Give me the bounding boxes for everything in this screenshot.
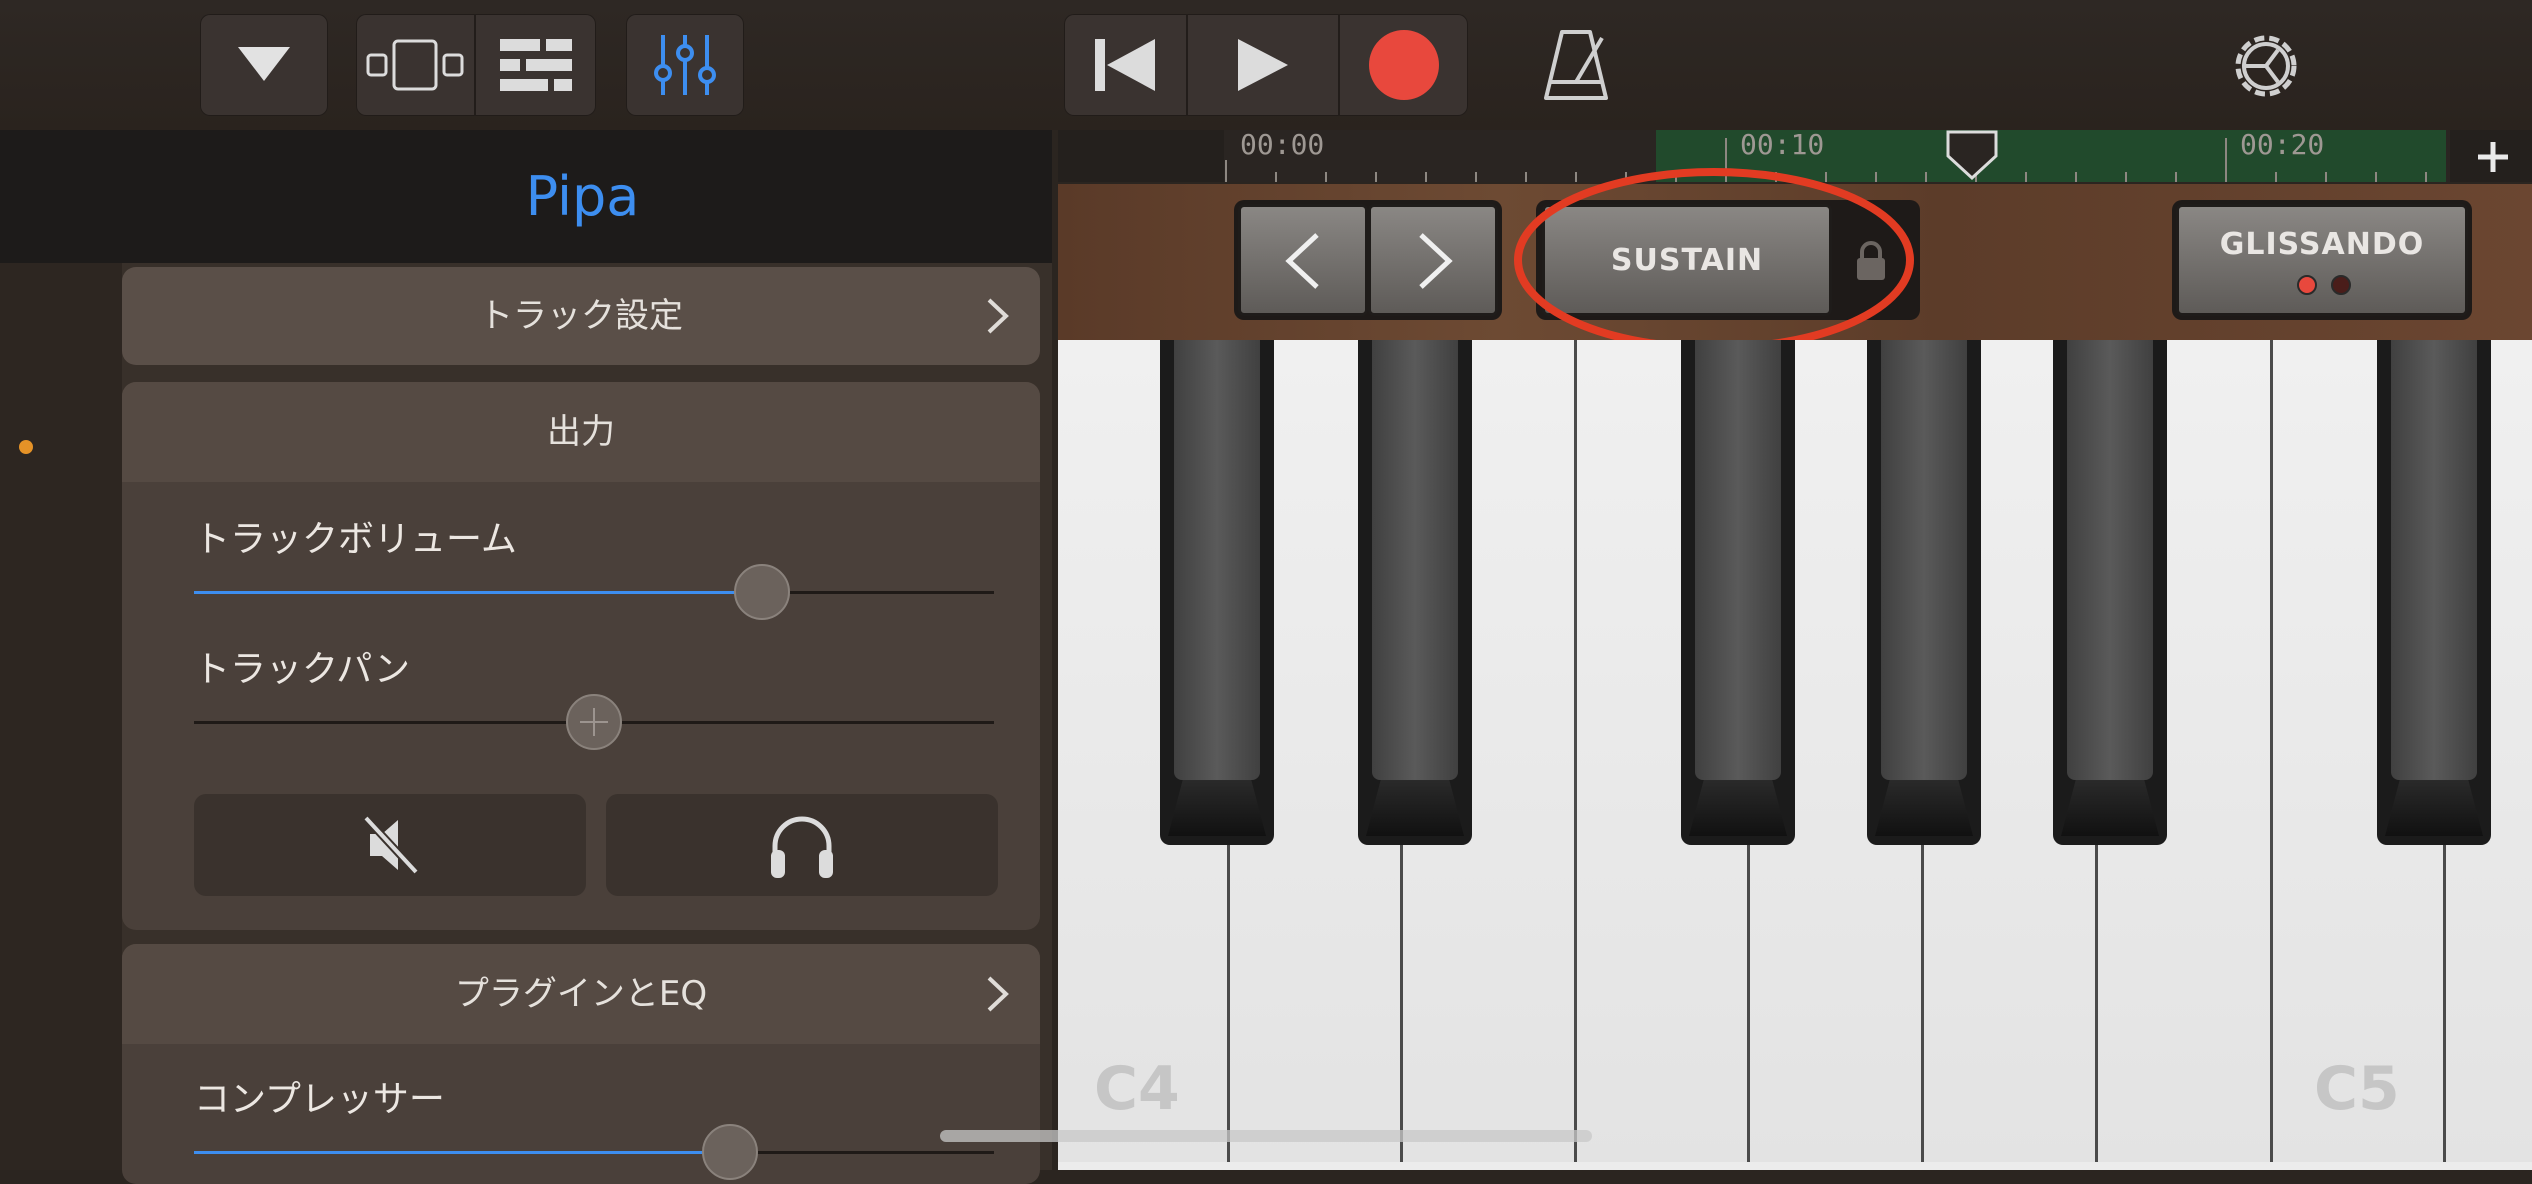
track-list-gutter: [0, 263, 122, 1170]
headphones-icon: [771, 816, 833, 878]
key-label-c5: C5: [2314, 1054, 2400, 1124]
time-marker: 00:10: [1740, 128, 1825, 161]
mixer-sliders-icon: [654, 35, 716, 95]
browser-view-button[interactable]: [356, 14, 476, 116]
metronome-button[interactable]: [1540, 24, 1612, 104]
track-name: Pipa: [525, 165, 640, 228]
black-key[interactable]: [1160, 340, 1274, 845]
compressor-label: コンプレッサー: [194, 1079, 445, 1120]
chevron-right-icon: [1419, 233, 1453, 289]
panel-header: Pipa: [0, 130, 1052, 263]
chevron-left-icon: [1285, 233, 1319, 289]
track-settings-row[interactable]: トラック設定: [122, 267, 1040, 365]
my-songs-button[interactable]: [200, 14, 328, 116]
black-key[interactable]: [1867, 340, 1981, 845]
track-controls-button[interactable]: [626, 14, 744, 116]
octave-up-button[interactable]: [1368, 204, 1498, 316]
plugins-eq-label: プラグインとEQ: [454, 974, 708, 1014]
track-volume-fill: [194, 591, 762, 594]
plus-icon: [2478, 142, 2508, 172]
black-key[interactable]: [1681, 340, 1795, 845]
mute-button[interactable]: [194, 794, 586, 896]
key-label-c4: C4: [1094, 1054, 1180, 1124]
glissando-led-off: [2331, 275, 2351, 295]
track-volume-knob[interactable]: [734, 564, 790, 620]
home-indicator: [940, 1130, 1592, 1142]
glissando-group: GLISSANDO: [2172, 200, 2472, 320]
octave-buttons: [1234, 200, 1502, 320]
speaker-muted-icon: [363, 815, 419, 875]
solo-button[interactable]: [606, 794, 998, 896]
track-indicator-dot: [19, 440, 33, 454]
chevron-right-icon: [987, 298, 1009, 334]
view-switcher-group: [356, 14, 596, 116]
tracks-icon: [500, 39, 572, 91]
glissando-button[interactable]: GLISSANDO: [2176, 204, 2468, 316]
chevron-right-icon: [987, 976, 1009, 1012]
compressor-fill: [194, 1151, 730, 1154]
playhead-icon[interactable]: [1946, 130, 1998, 182]
time-marker: 00:20: [2240, 128, 2325, 161]
plugins-eq-row[interactable]: プラグインとEQ: [122, 944, 1040, 1044]
top-toolbar: [0, 0, 2532, 130]
highlight-circle: [1514, 168, 1914, 352]
crosshair-icon: [580, 708, 608, 736]
skip-back-icon: [1095, 39, 1155, 91]
triangle-down-icon: [238, 47, 290, 81]
compressor-knob[interactable]: [702, 1124, 758, 1180]
track-controls-panel: Pipa トラック設定 出力 トラックボリューム トラックパン プラグインとEQ…: [0, 130, 1052, 1184]
add-section-button[interactable]: [2470, 134, 2516, 180]
record-icon: [1369, 30, 1439, 100]
settings-button[interactable]: [2226, 26, 2306, 106]
output-header: 出力: [122, 382, 1040, 482]
metronome-icon: [1544, 30, 1608, 100]
record-button[interactable]: [1340, 14, 1468, 116]
black-key[interactable]: [2377, 340, 2491, 845]
time-marker: 00:00: [1240, 128, 1325, 161]
track-pan-label: トラックパン: [194, 649, 411, 690]
track-volume-label: トラックボリューム: [194, 519, 517, 560]
plugins-eq-section: プラグインとEQ コンプレッサー: [122, 944, 1040, 1184]
black-key[interactable]: [1358, 340, 1472, 845]
go-to-beginning-button[interactable]: [1064, 14, 1188, 116]
play-icon: [1238, 39, 1288, 91]
track-pan-knob[interactable]: [566, 694, 622, 750]
glissando-label: GLISSANDO: [2219, 227, 2425, 262]
track-volume-slider[interactable]: [194, 564, 994, 620]
black-key[interactable]: [2053, 340, 2167, 845]
browser-icon: [366, 39, 464, 91]
play-button[interactable]: [1188, 14, 1340, 116]
tracks-view-button[interactable]: [476, 14, 596, 116]
gear-icon: [2235, 35, 2297, 97]
glissando-led-on: [2297, 275, 2317, 295]
output-section: 出力 トラックボリューム トラックパン: [122, 382, 1040, 930]
octave-down-button[interactable]: [1238, 204, 1368, 316]
transport-group: [1064, 14, 1468, 116]
track-pan-slider[interactable]: [194, 694, 994, 750]
compressor-slider[interactable]: [194, 1124, 994, 1180]
output-heading: 出力: [547, 412, 615, 452]
track-settings-label: トラック設定: [479, 296, 683, 336]
